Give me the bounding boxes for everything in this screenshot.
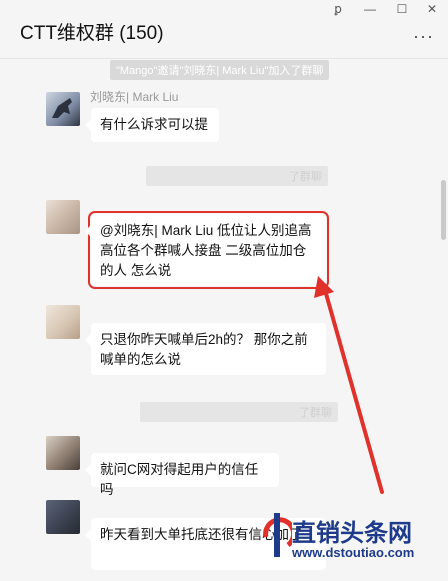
watermark-url: www.dstoutiao.com [292, 545, 415, 560]
watermark-icon [263, 513, 292, 557]
watermark-name: 直销头条网 [292, 520, 412, 547]
red-arrow-annotation [314, 276, 384, 494]
watermark-logo: 直销头条网 www.dstoutiao.com [262, 505, 448, 581]
